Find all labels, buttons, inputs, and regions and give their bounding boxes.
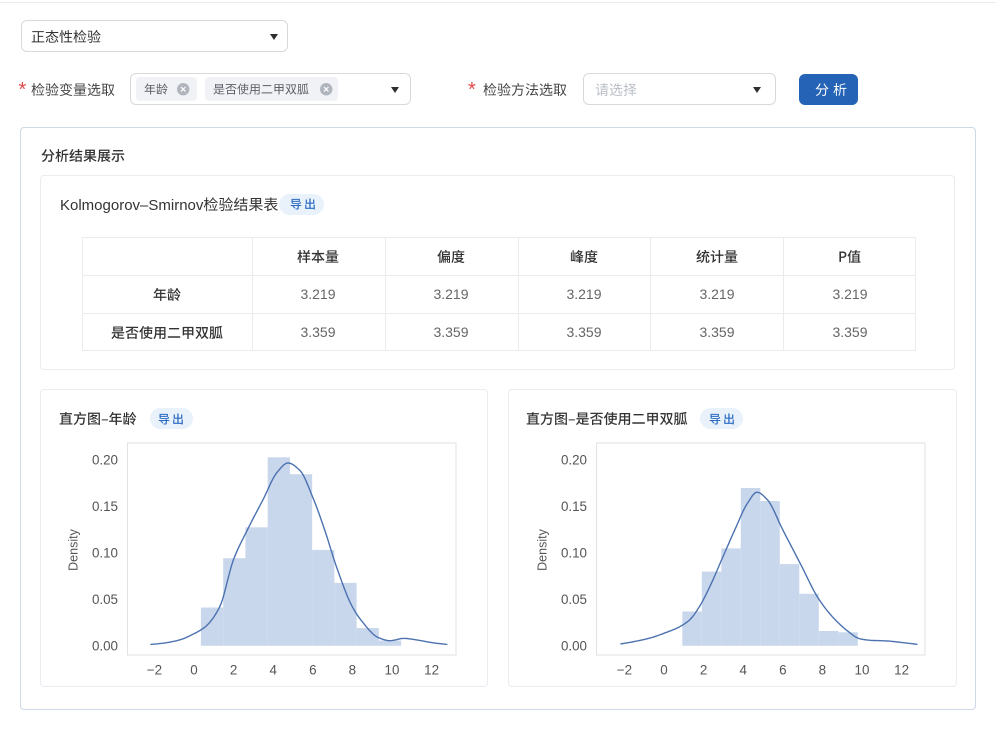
svg-text:0.10: 0.10 (561, 546, 587, 561)
svg-text:4: 4 (739, 663, 747, 678)
svg-text:8: 8 (349, 663, 356, 678)
svg-text:0.00: 0.00 (92, 638, 118, 653)
svg-text:0: 0 (190, 663, 197, 678)
svg-text:Density: Density (536, 528, 550, 570)
svg-text:0.05: 0.05 (92, 592, 118, 607)
svg-text:10: 10 (385, 663, 400, 678)
svg-text:2: 2 (700, 663, 707, 678)
svg-text:6: 6 (779, 663, 786, 678)
svg-text:10: 10 (855, 663, 870, 678)
svg-text:−2: −2 (617, 663, 632, 678)
svg-text:4: 4 (269, 663, 277, 678)
svg-text:0.15: 0.15 (92, 499, 118, 514)
svg-text:6: 6 (309, 663, 316, 678)
svg-text:−2: −2 (147, 663, 162, 678)
svg-text:0.00: 0.00 (561, 638, 587, 653)
svg-text:12: 12 (894, 663, 909, 678)
svg-text:0.05: 0.05 (561, 592, 587, 607)
svg-text:Density: Density (67, 528, 81, 570)
svg-text:8: 8 (819, 663, 826, 678)
svg-text:0: 0 (660, 663, 667, 678)
svg-text:12: 12 (424, 663, 439, 678)
svg-text:0.20: 0.20 (92, 453, 118, 468)
svg-text:2: 2 (230, 663, 237, 678)
svg-text:0.20: 0.20 (561, 453, 587, 468)
svg-text:0.10: 0.10 (92, 546, 118, 561)
svg-text:Kolmogorov–Smirnov: Kolmogorov–Smirnov (60, 197, 204, 214)
svg-text:0.15: 0.15 (561, 499, 587, 514)
